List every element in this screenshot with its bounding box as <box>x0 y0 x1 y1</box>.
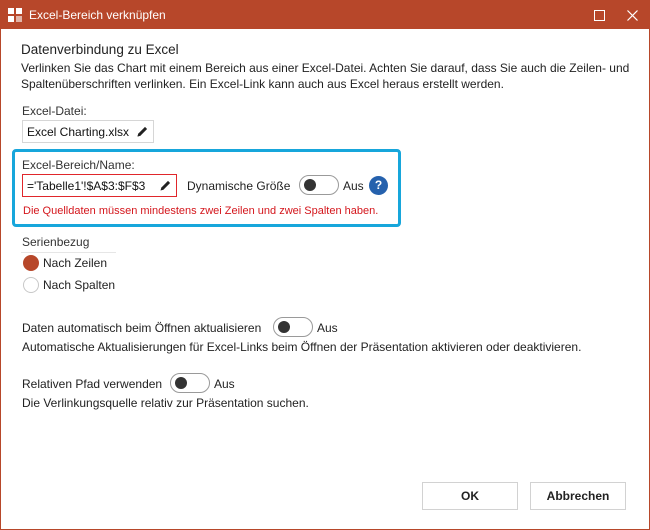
dynamic-size-toggle[interactable] <box>299 175 339 195</box>
excel-file-field[interactable]: Excel Charting.xlsx <box>22 120 154 143</box>
auto-update-toggle[interactable] <box>273 317 313 337</box>
dynamic-size-state: Aus <box>343 179 364 193</box>
toggle-knob <box>278 321 290 333</box>
relative-path-label: Relativen Pfad verwenden <box>22 377 163 391</box>
dynamic-size-label: Dynamische Größe <box>187 179 291 193</box>
maximize-button[interactable] <box>582 1 616 29</box>
pencil-icon[interactable] <box>136 125 149 138</box>
excel-range-value: ='Tabelle1'!$A$3:$F$3 <box>27 178 146 193</box>
maximize-icon <box>593 9 605 21</box>
auto-update-description: Automatische Aktualisierungen für Excel-… <box>22 340 582 354</box>
excel-range-label: Excel-Bereich/Name: <box>22 158 135 172</box>
toggle-knob <box>304 179 316 191</box>
radio-by-columns-label[interactable]: Nach Spalten <box>43 278 115 292</box>
close-icon <box>626 9 638 21</box>
relative-path-toggle[interactable] <box>170 373 210 393</box>
radio-by-rows-label[interactable]: Nach Zeilen <box>43 256 107 270</box>
excel-file-value: Excel Charting.xlsx <box>27 124 130 139</box>
title-bar[interactable]: Excel-Bereich verknüpfen <box>1 1 649 29</box>
intro-description: Verlinken Sie das Chart mit einem Bereic… <box>21 61 630 91</box>
excel-range-field[interactable]: ='Tabelle1'!$A$3:$F$3 <box>22 174 177 197</box>
excel-file-label: Excel-Datei: <box>22 104 87 118</box>
ok-button[interactable]: OK <box>422 482 518 510</box>
divider <box>21 252 116 253</box>
radio-by-rows[interactable] <box>23 255 39 271</box>
dialog-window: Excel-Bereich verknüpfen Datenverbindung… <box>0 0 650 530</box>
toggle-knob <box>175 377 187 389</box>
excel-range-error: Die Quelldaten müssen mindestens zwei Ze… <box>23 205 379 217</box>
auto-update-state: Aus <box>317 321 338 335</box>
app-icon <box>8 8 22 22</box>
series-label: Serienbezug <box>22 235 90 249</box>
page-title: Datenverbindung zu Excel <box>21 42 179 57</box>
cancel-button[interactable]: Abbrechen <box>530 482 626 510</box>
relative-path-description: Die Verlinkungsquelle relativ zur Präsen… <box>22 396 309 410</box>
close-button[interactable] <box>615 1 649 29</box>
window-title: Excel-Bereich verknüpfen <box>29 8 166 22</box>
help-icon[interactable]: ? <box>369 176 388 195</box>
auto-update-label: Daten automatisch beim Öffnen aktualisie… <box>22 321 262 335</box>
pencil-icon[interactable] <box>159 179 172 192</box>
radio-by-columns[interactable] <box>23 277 39 293</box>
relative-path-state: Aus <box>214 377 235 391</box>
